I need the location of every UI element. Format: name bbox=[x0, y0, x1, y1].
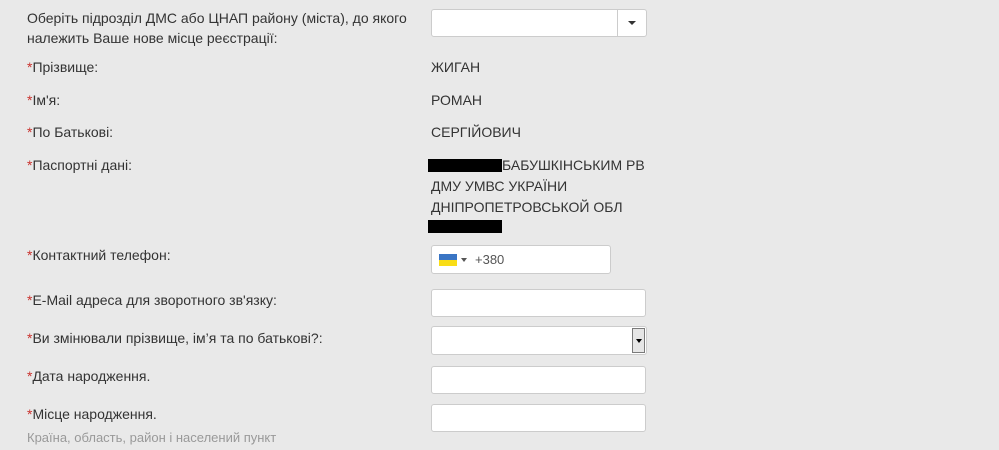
surname-label: *Прізвище: bbox=[27, 57, 98, 77]
phone-label-text: Контактний телефон: bbox=[32, 247, 171, 263]
birth-date-field[interactable] bbox=[431, 366, 646, 394]
email-label-text: E-Mail адреса для зворотного зв'язку: bbox=[32, 292, 277, 308]
phone-country-code: +380 bbox=[475, 251, 505, 267]
name-changed-select[interactable] bbox=[431, 326, 647, 355]
phone-label: *Контактний телефон: bbox=[27, 245, 171, 265]
birth-date-label: *Дата народження. bbox=[27, 366, 150, 386]
first-name-label-text: Ім'я: bbox=[32, 92, 61, 108]
name-changed-label: *Ви змінювали прізвище, ім’я та по батьк… bbox=[27, 328, 323, 348]
email-field[interactable] bbox=[431, 289, 646, 317]
patronymic-label: *По Батькові: bbox=[27, 122, 113, 142]
first-name-label: *Ім'я: bbox=[27, 90, 60, 110]
chevron-down-icon bbox=[461, 257, 467, 262]
passport-label-text: Паспортні дані: bbox=[32, 157, 132, 173]
surname-value: ЖИГАН bbox=[431, 59, 481, 75]
chevron-down-icon bbox=[635, 338, 642, 343]
passport-issuer: БАБУШКІНСЬКИМ РВ ДМУ УМВС УКРАЇНИ ДНІПРО… bbox=[431, 155, 661, 218]
passport-issuer-line3: ДНІПРОПЕТРОВСЬКОЙ ОБЛ bbox=[431, 199, 623, 215]
passport-issuer-line2: ДМУ УМВС УКРАЇНИ bbox=[431, 178, 568, 194]
birth-place-hint: Країна, область, район і населений пункт bbox=[27, 430, 277, 445]
passport-label: *Паспортні дані: bbox=[27, 155, 132, 175]
dms-office-label: Оберіть підрозділ ДМС або ЦНАП району (м… bbox=[27, 8, 407, 48]
dms-office-label-text: Оберіть підрозділ ДМС або ЦНАП району (м… bbox=[27, 10, 407, 46]
birth-place-label: *Місце народження. bbox=[27, 404, 157, 424]
first-name-value: РОМАН bbox=[431, 92, 483, 108]
name-changed-dropdown-toggle[interactable] bbox=[632, 328, 645, 353]
redacted-passport-date bbox=[428, 220, 502, 233]
birth-place-label-text: Місце народження. bbox=[32, 406, 157, 422]
patronymic-label-text: По Батькові: bbox=[32, 124, 114, 140]
surname-label-text: Прізвище: bbox=[32, 59, 99, 75]
birth-place-field[interactable] bbox=[431, 404, 646, 432]
ukraine-flag-icon bbox=[439, 253, 457, 266]
name-changed-label-text: Ви змінювали прізвище, ім’я та по батько… bbox=[32, 330, 323, 346]
phone-input[interactable]: +380 bbox=[431, 245, 611, 274]
dms-office-dropdown-toggle[interactable] bbox=[617, 10, 646, 36]
passport-issuer-line1: БАБУШКІНСЬКИМ РВ bbox=[502, 157, 645, 173]
dms-office-select[interactable] bbox=[431, 9, 647, 37]
patronymic-value: СЕРГІЙОВИЧ bbox=[431, 124, 521, 140]
country-selector[interactable] bbox=[439, 253, 467, 266]
birth-date-label-text: Дата народження. bbox=[32, 368, 151, 384]
registration-form: Оберіть підрозділ ДМС або ЦНАП району (м… bbox=[0, 0, 999, 450]
chevron-down-icon bbox=[628, 21, 636, 25]
email-label: *E-Mail адреса для зворотного зв'язку: bbox=[27, 290, 277, 310]
